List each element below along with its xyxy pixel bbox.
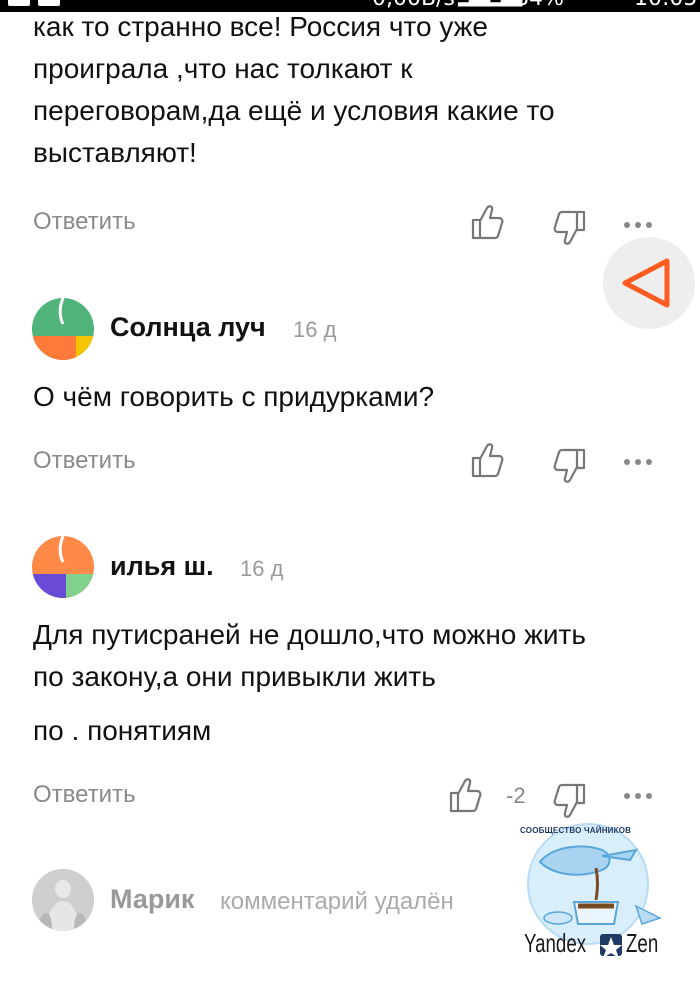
more-dots-icon[interactable]: [624, 222, 652, 228]
thumbs-down-icon[interactable]: [553, 781, 587, 819]
comment-line: выставляют!: [33, 137, 197, 168]
thumbs-up-icon[interactable]: [470, 442, 504, 480]
reply-button[interactable]: Ответить: [33, 781, 136, 809]
comment-line: О чём говорить с придурками?: [33, 381, 435, 412]
comment-text: как то странно все! Россия что уже проиг…: [33, 6, 555, 174]
watermark-logo: СООБЩЕСТВО ЧАЙНИКОВ Yandex Zen: [518, 822, 678, 962]
reply-button[interactable]: Ответить: [33, 447, 136, 475]
more-dots-icon[interactable]: [624, 459, 652, 465]
comment-line: проиграла ,что нас толкают к: [33, 53, 413, 84]
comment-age: 16 д: [240, 556, 284, 581]
author-name[interactable]: Марик: [110, 884, 194, 915]
watermark-brand-right: Zen: [626, 928, 659, 958]
comment-line: по . понятиям: [33, 715, 212, 746]
comment-line: Для путисраней не дошло,что можно жить: [33, 619, 586, 650]
comment-age: 16 д: [293, 317, 337, 342]
back-triangle-icon: [622, 258, 670, 308]
comment-line: переговорам,да ещё и условия какие то: [33, 95, 555, 126]
watermark-brand-left: Yandex: [524, 928, 587, 958]
avatar[interactable]: [32, 298, 94, 360]
comment-line: как то странно все! Россия что уже: [33, 11, 488, 42]
comment-line: по закону,а они привыкли жить: [33, 661, 436, 692]
author-name[interactable]: илья ш.: [110, 551, 214, 582]
thumbs-down-icon[interactable]: [553, 446, 587, 484]
avatar[interactable]: [32, 869, 94, 931]
thumbs-up-icon[interactable]: [448, 777, 482, 815]
rating-counter: -2: [506, 783, 526, 808]
watermark-community: СООБЩЕСТВО ЧАЙНИКОВ: [520, 826, 632, 835]
thumbs-down-icon[interactable]: [553, 208, 587, 246]
thumbs-up-icon[interactable]: [470, 204, 504, 242]
author-name[interactable]: Солнца луч: [110, 312, 266, 343]
comment-text: О чём говорить с придурками?: [33, 376, 434, 418]
notification-icon: [8, 0, 30, 6]
clock: 10:05: [634, 0, 697, 12]
avatar[interactable]: [32, 536, 94, 598]
deleted-comment-note: комментарий удалён: [220, 888, 454, 915]
reply-button[interactable]: Ответить: [33, 208, 136, 236]
comment-text: Для путисраней не дошло,что можно жить п…: [33, 614, 586, 752]
more-dots-icon[interactable]: [624, 793, 652, 799]
back-button[interactable]: [603, 237, 695, 329]
screen: 0,00B/s ▂▄▆ ▂▄▆ 84% 10:05 как то странно…: [0, 0, 700, 981]
